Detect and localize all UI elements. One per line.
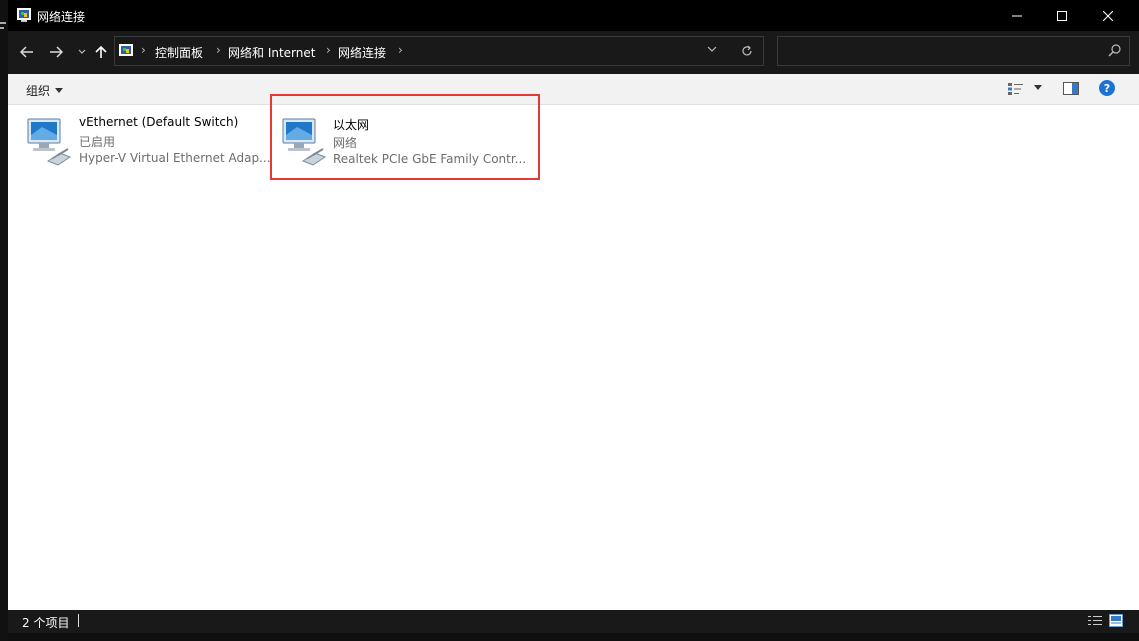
status-divider [78, 614, 79, 627]
network-adapter-icon [282, 118, 327, 166]
window-bottom-edge [8, 633, 1139, 641]
breadcrumb-separator[interactable]: › [326, 43, 331, 57]
connection-item[interactable]: vEthernet (Default Switch) 已启用 Hyper-V V… [8, 105, 271, 180]
minimize-icon [1012, 15, 1022, 16]
control-panel-icon [119, 44, 133, 56]
network-adapter-icon [27, 118, 72, 166]
maximize-icon [1057, 10, 1067, 21]
connection-name: vEthernet (Default Switch) [79, 115, 239, 129]
connection-item-highlighted[interactable]: 以太网 网络 Realtek PCIe GbE Family Contr... [270, 94, 540, 180]
back-button[interactable] [17, 41, 37, 63]
breadcrumb-network-connections[interactable]: 网络连接 [338, 44, 386, 61]
preview-pane-icon[interactable] [1063, 82, 1079, 95]
connections-view: vEthernet (Default Switch) 已启用 Hyper-V V… [8, 94, 1139, 610]
item-count: 2 个项目 [22, 616, 70, 630]
minimize-button[interactable] [994, 0, 1040, 31]
connection-status: 网络 [333, 136, 358, 150]
refresh-icon [742, 45, 752, 56]
chevron-down-icon [78, 49, 86, 54]
search-icon [1108, 44, 1121, 57]
arrow-left-icon [20, 46, 33, 58]
large-icons-view-icon[interactable] [1109, 614, 1123, 627]
arrow-right-icon [50, 46, 63, 58]
control-panel-app-icon [17, 8, 31, 22]
organize-menu-button[interactable]: 组织 [26, 82, 64, 99]
organize-label: 组织 [26, 84, 51, 98]
search-input[interactable] [777, 36, 1130, 66]
details-view-icon[interactable] [1088, 615, 1102, 627]
explorer-window: 网络连接 › 控制面板 › 网络和 Internet › 网络连接 › 组织 ?… [8, 0, 1139, 641]
window-title: 网络连接 [37, 10, 86, 24]
arrow-up-icon [95, 45, 107, 58]
maximize-button[interactable] [1039, 0, 1085, 31]
address-dropdown-icon[interactable] [707, 45, 717, 53]
address-bar[interactable]: › 控制面板 › 网络和 Internet › 网络连接 › [114, 36, 764, 66]
forward-button[interactable] [46, 41, 66, 63]
connection-device: Realtek PCIe GbE Family Contr... [333, 152, 527, 166]
close-icon [1103, 10, 1113, 21]
refresh-button[interactable] [735, 41, 759, 61]
background-window-edge [0, 0, 8, 641]
breadcrumb-separator[interactable]: › [398, 43, 403, 57]
title-bar[interactable]: 网络连接 [8, 0, 1139, 31]
breadcrumb-separator[interactable]: › [141, 43, 146, 57]
close-button[interactable] [1085, 0, 1131, 31]
up-button[interactable] [91, 41, 111, 63]
navigation-bar: › 控制面板 › 网络和 Internet › 网络连接 › [8, 31, 1139, 74]
recent-locations-button[interactable] [72, 41, 92, 63]
change-view-icon[interactable] [1008, 82, 1024, 96]
breadcrumb-separator[interactable]: › [216, 43, 221, 57]
status-bar: 2 个项目 [8, 610, 1139, 633]
breadcrumb-network-internet[interactable]: 网络和 Internet [228, 44, 315, 61]
connection-name: 以太网 [333, 118, 370, 132]
help-icon[interactable]: ? [1099, 80, 1115, 96]
connection-status: 已启用 [79, 135, 116, 149]
connection-device: Hyper-V Virtual Ethernet Adap... [79, 151, 271, 165]
caret-down-icon [55, 88, 64, 93]
command-bar: 组织 ? [8, 74, 1139, 105]
breadcrumb-control-panel[interactable]: 控制面板 [155, 44, 203, 61]
view-options-dropdown-icon[interactable] [1034, 85, 1042, 90]
